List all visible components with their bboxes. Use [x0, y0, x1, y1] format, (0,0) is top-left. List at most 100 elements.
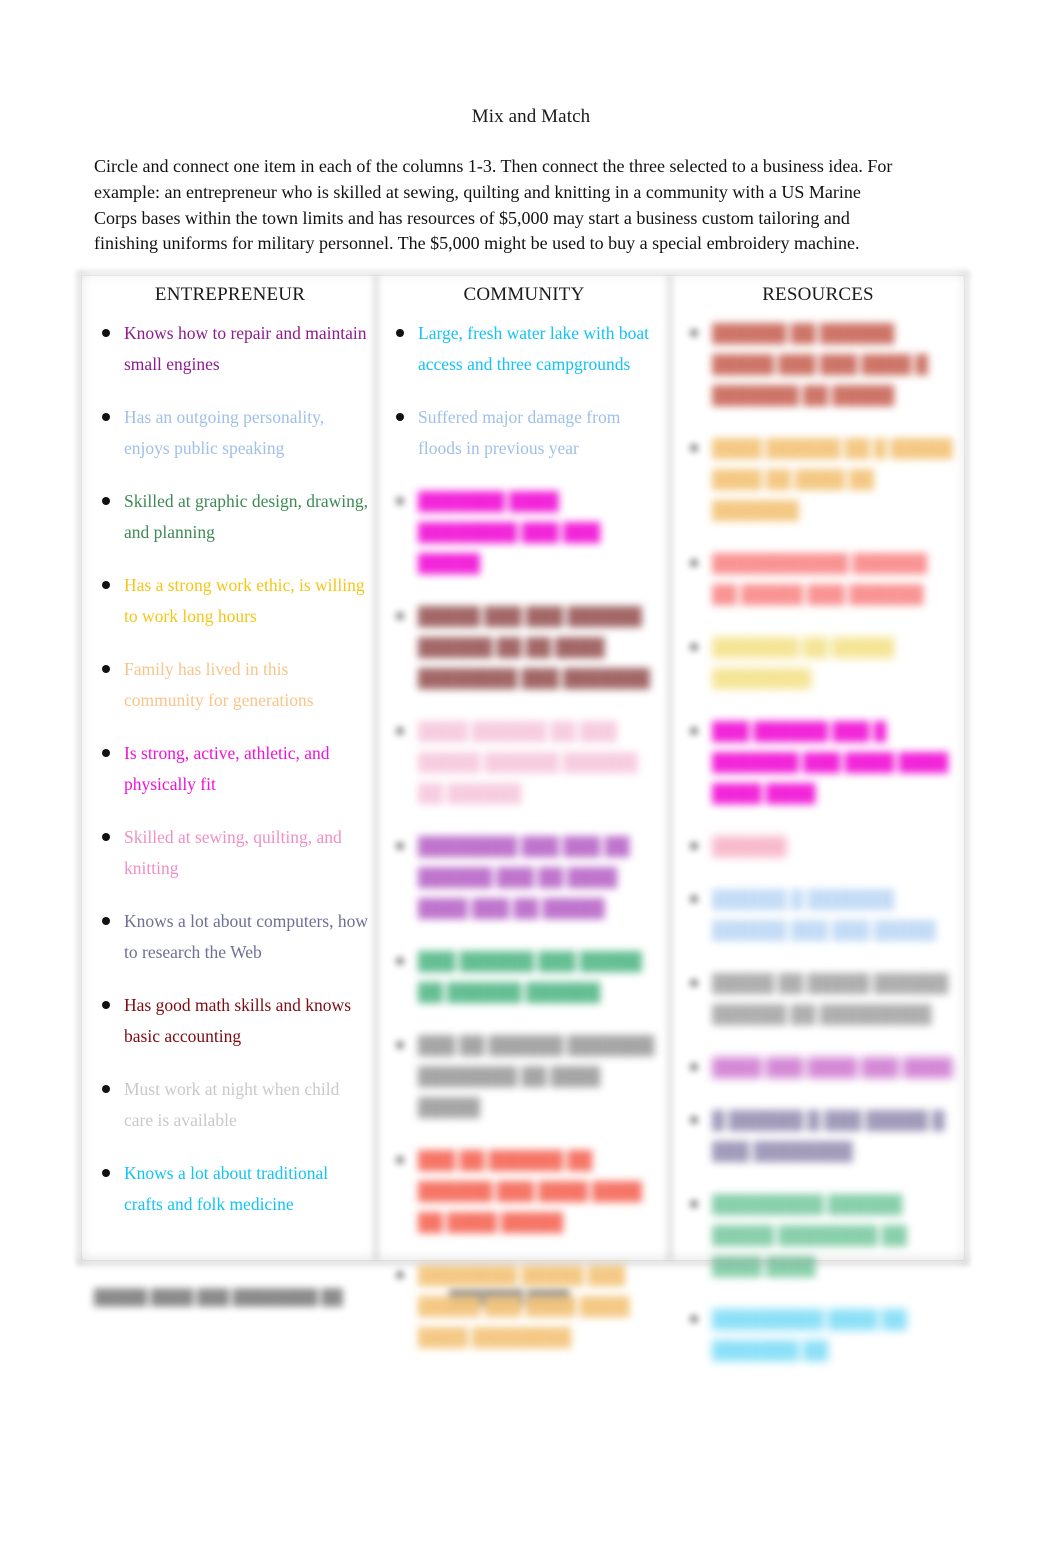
bullet-icon	[690, 643, 698, 651]
bullet-icon	[690, 842, 698, 850]
bullet-icon	[396, 612, 404, 620]
list-item[interactable]: ████ ███ ████ ███ ████	[680, 1052, 956, 1083]
list-item-label: ███████ ████ ████████ ███ ███ █████	[418, 491, 601, 573]
bullet-icon	[102, 1085, 110, 1093]
list-item-label: █████ ██ █████ ██████ ██████ ██ ████████…	[712, 973, 949, 1024]
list-item[interactable]: ████████ █████ ███ █████ ███ ████ ████ █…	[386, 1260, 662, 1353]
list-item-label: Suffered major damage from floods in pre…	[418, 407, 621, 458]
list-item[interactable]: Skilled at sewing, quilting, and knittin…	[92, 822, 368, 884]
list-item-label: Skilled at graphic design, drawing, and …	[124, 491, 368, 542]
list-item[interactable]: █████ ███ ███ ██████ ██████ ██ ██ ████ █…	[386, 601, 662, 694]
list-item[interactable]: Has an outgoing personality, enjoys publ…	[92, 402, 368, 464]
bullet-icon	[102, 329, 110, 337]
bullet-icon	[690, 1063, 698, 1071]
list-item[interactable]: ███ ██ ██████ ██ ██████ ███ ████ ████ ██…	[386, 1145, 662, 1238]
bullet-icon	[396, 957, 404, 965]
list-item-label: █ ██████ █ ███ █████ █ ███ ████████	[712, 1110, 945, 1161]
list-item[interactable]: ██████	[680, 831, 956, 862]
list-item-label: ████████ ███ ███ ██ ██████ ███ ██ ████ █…	[418, 836, 630, 918]
list-item[interactable]: Skilled at graphic design, drawing, and …	[92, 486, 368, 548]
bullet-icon	[690, 1200, 698, 1208]
list-item-label: Knows a lot about computers, how to rese…	[124, 911, 368, 962]
instructions-paragraph: Circle and connect one item in each of t…	[94, 156, 893, 254]
list-item[interactable]: ███████████ ██████ ██ █████ ███ ██████	[680, 548, 956, 610]
list-item[interactable]: ████ ██████ ██ ███ █████ ██████ ██████ █…	[386, 716, 662, 809]
bullet-icon	[396, 727, 404, 735]
list-item-label: Skilled at sewing, quilting, and knittin…	[124, 827, 342, 878]
bullet-icon	[690, 979, 698, 987]
community-item-list: Large, fresh water lake with boat access…	[386, 318, 662, 1353]
bullet-icon	[102, 917, 110, 925]
resources-item-list: ██████ ██ ██████ █████ ███ ███ ████ █ ██…	[680, 318, 956, 1366]
list-item-label: Has good math skills and knows basic acc…	[124, 995, 352, 1046]
list-item-label: ██████ █ ███████ ██████ ███ ███ █████	[712, 889, 936, 940]
list-item[interactable]: Large, fresh water lake with boat access…	[386, 318, 662, 380]
list-item[interactable]: ███████ ████ ████████ ███ ███ █████	[386, 486, 662, 579]
list-item[interactable]: Has a strong work ethic, is willing to w…	[92, 570, 368, 632]
list-item-label: Knows a lot about traditional crafts and…	[124, 1163, 329, 1214]
list-item[interactable]: Knows how to repair and maintain small e…	[92, 318, 368, 380]
list-item[interactable]: Is strong, active, athletic, and physica…	[92, 738, 368, 800]
list-item-label: ██████ ██ ██████ █████ ███ ███ ████ █ ██…	[712, 323, 928, 405]
list-item-label: Has an outgoing personality, enjoys publ…	[124, 407, 325, 458]
list-item-label: Must work at night when child care is av…	[124, 1079, 340, 1130]
bullet-icon	[396, 413, 404, 421]
bullet-icon	[690, 444, 698, 452]
list-item-label: ███████████ ██████ ██ █████ ███ ██████	[712, 553, 928, 604]
page-title: Mix and Match	[471, 105, 591, 127]
list-item-label: Has a strong work ethic, is willing to w…	[124, 575, 365, 626]
list-item-label: ████ ██████ ██ █ █████ ████ ██ ████ ██ █…	[712, 438, 953, 520]
list-item[interactable]: █████ ██ █████ ██████ ██████ ██ ████████…	[680, 968, 956, 1030]
bullet-icon	[396, 1041, 404, 1049]
bullet-icon	[102, 749, 110, 757]
list-item-label: ██████	[712, 836, 787, 856]
list-item[interactable]: █████████ ██████ █████ ████████ ██ ████ …	[680, 1189, 956, 1282]
bullet-icon	[102, 497, 110, 505]
entrepreneur-item-list: Knows how to repair and maintain small e…	[92, 318, 368, 1220]
column-header-entrepreneur: ENTREPRENEUR	[154, 284, 306, 305]
list-item[interactable]: █ ██████ █ ███ █████ █ ███ ████████	[680, 1105, 956, 1167]
list-item-label: ███████ ██ █████ ████████	[712, 637, 895, 688]
bullet-icon	[102, 1169, 110, 1177]
list-item[interactable]: ███ ██ ██████ ███████ ████████ ██ ████ █…	[386, 1030, 662, 1123]
list-item[interactable]: █████████ ████ ██ ███████ ██	[680, 1304, 956, 1366]
bullet-icon	[690, 1315, 698, 1323]
mix-and-match-table: ENTREPRENEUR Knows how to repair and mai…	[82, 276, 964, 1360]
list-item-label: ███ ██████ ███ █ ███████ ███ ████ ████ █…	[712, 721, 949, 803]
list-item[interactable]: ████ ██████ ██ █ █████ ████ ██ ████ ██ █…	[680, 433, 956, 526]
bullet-icon	[690, 329, 698, 337]
list-item-label: ████████ █████ ███ █████ ███ ████ ████ █…	[418, 1265, 630, 1347]
list-item-label: █████ ███ ███ ██████ ██████ ██ ██ ████ █…	[418, 606, 650, 688]
column-resources: RESOURCES ██████ ██ ██████ █████ ███ ███…	[670, 276, 964, 1360]
list-item[interactable]: Has good math skills and knows basic acc…	[92, 990, 368, 1052]
list-item-label: Knows how to repair and maintain small e…	[124, 323, 367, 374]
column-header-resources: RESOURCES	[762, 284, 874, 305]
list-item[interactable]: Knows a lot about computers, how to rese…	[92, 906, 368, 968]
list-item-label: Is strong, active, athletic, and physica…	[124, 743, 330, 794]
bullet-icon	[102, 1001, 110, 1009]
list-item-label: Family has lived in this community for g…	[124, 659, 314, 710]
list-item[interactable]: ██████ ██ ██████ █████ ███ ███ ████ █ ██…	[680, 318, 956, 411]
list-item-label: ███ ██ ██████ ██ ██████ ███ ████ ████ ██…	[418, 1150, 642, 1232]
list-item[interactable]: Family has lived in this community for g…	[92, 654, 368, 716]
column-entrepreneur: ENTREPRENEUR Knows how to repair and mai…	[82, 276, 376, 1260]
list-item[interactable]: ███████ ██ █████ ████████	[680, 632, 956, 694]
footer-left-text: █████ ████ ███ ████████ ██	[94, 1290, 343, 1306]
bullet-icon	[396, 497, 404, 505]
list-item[interactable]: ██████ █ ███████ ██████ ███ ███ █████	[680, 884, 956, 946]
bullet-icon	[396, 329, 404, 337]
list-item[interactable]: Must work at night when child care is av…	[92, 1074, 368, 1136]
bullet-icon	[102, 413, 110, 421]
list-item-label: █████████ ████ ██ ███████ ██	[712, 1309, 907, 1360]
bullet-icon	[690, 727, 698, 735]
bullet-icon	[690, 895, 698, 903]
list-item-label: █████████ ██████ █████ ████████ ██ ████ …	[712, 1194, 907, 1276]
list-item[interactable]: ███ ██████ ███ █ ███████ ███ ████ ████ █…	[680, 716, 956, 809]
list-item[interactable]: ███ ██████ ███ █████ ██ ██████ ██████	[386, 946, 662, 1008]
list-item-label: ████ ███ ████ ███ ████	[712, 1057, 953, 1077]
list-item[interactable]: ████████ ███ ███ ██ ██████ ███ ██ ████ █…	[386, 831, 662, 924]
list-item[interactable]: Suffered major damage from floods in pre…	[386, 402, 662, 464]
bullet-icon	[690, 559, 698, 567]
list-item-label: Large, fresh water lake with boat access…	[418, 323, 649, 374]
list-item[interactable]: Knows a lot about traditional crafts and…	[92, 1158, 368, 1220]
